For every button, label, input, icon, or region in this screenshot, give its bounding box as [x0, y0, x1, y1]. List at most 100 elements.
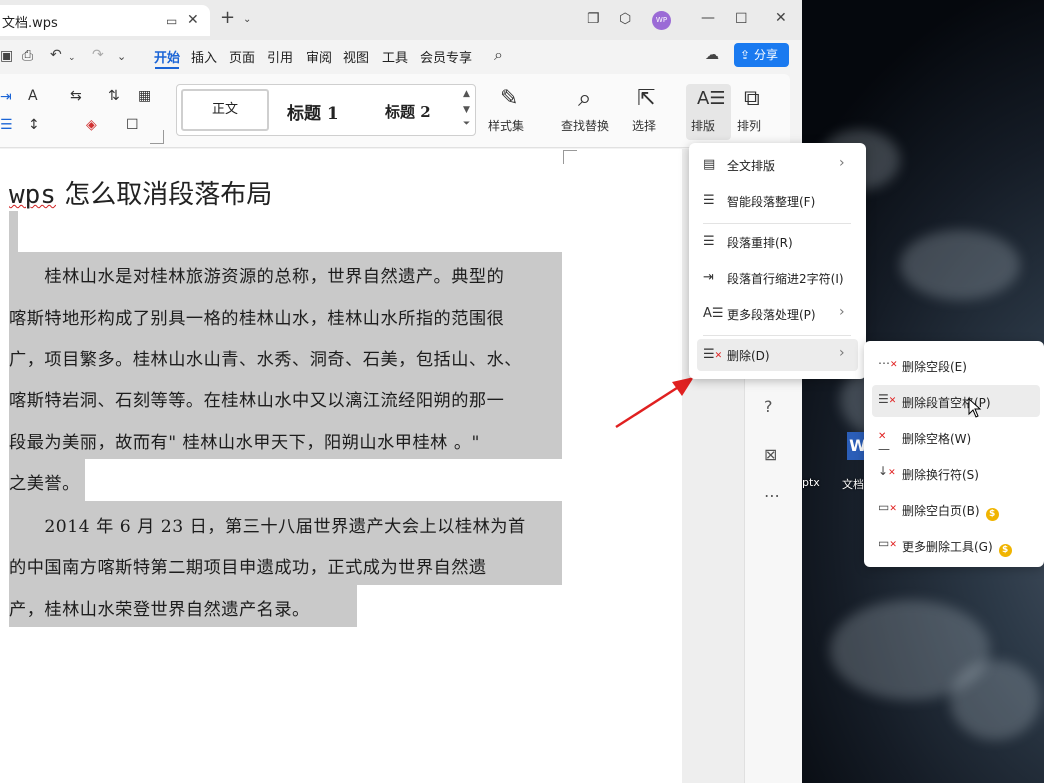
style-scroll-down-icon[interactable]: ▼: [463, 105, 470, 115]
tab-list-chevron-icon[interactable]: ⌄: [243, 12, 251, 28]
print-preview-icon[interactable]: ⎙: [22, 48, 33, 64]
menu-view[interactable]: 视图: [343, 47, 369, 66]
menu-review[interactable]: 审阅: [306, 47, 332, 66]
maximize-icon[interactable]: ☐: [735, 11, 748, 27]
sort-icon[interactable]: ⇅: [108, 88, 120, 104]
chevron-right-icon: ›: [839, 304, 845, 320]
paragraph-line[interactable]: 桂林山水是对桂林旅游资源的总称，世界自然遗产。典型的: [9, 262, 504, 287]
minimize-icon[interactable]: —: [701, 10, 715, 26]
chat-icon[interactable]: ☁: [705, 47, 719, 63]
paragraph-line[interactable]: 之美誉。: [9, 469, 80, 494]
close-window-icon[interactable]: ✕: [775, 10, 787, 26]
shading-icon[interactable]: ◈: [86, 117, 97, 133]
window-switch-icon[interactable]: ❐: [587, 11, 600, 27]
paragraph-line[interactable]: 喀斯特岩洞、石刻等等。在桂林山水中又以漓江流经阳朔的那一: [9, 386, 504, 411]
table-border-icon[interactable]: ▦: [138, 88, 151, 104]
find-replace-label[interactable]: 查找替换: [561, 117, 609, 134]
style-normal[interactable]: 正文: [181, 89, 269, 131]
document-title[interactable]: wps 怎么取消段落布局: [9, 174, 272, 211]
more-delete-tools-icon: ▭✕: [878, 536, 897, 550]
redo-icon[interactable]: ↷: [92, 47, 104, 63]
menu-item-smart-paragraph[interactable]: ☰ 智能段落整理(F): [689, 185, 866, 217]
paragraph-line[interactable]: 广，项目繁多。桂林山水山青、水秀、洞奇、石美，包括山、水、: [9, 345, 522, 370]
more-icon[interactable]: ⋯: [764, 486, 780, 505]
undo-icon[interactable]: ↶: [50, 47, 62, 63]
style-set-icon[interactable]: ✎: [500, 86, 518, 111]
menu-tools[interactable]: 工具: [382, 47, 408, 66]
border-icon[interactable]: ☐: [126, 117, 139, 133]
menu-item-text: 删除空白页(B): [902, 504, 980, 518]
more-chevron-icon[interactable]: ⌄: [117, 49, 126, 65]
select-cursor-icon[interactable]: ⇱: [637, 86, 655, 111]
style-expand-icon[interactable]: ⏷: [463, 119, 470, 129]
style-set-label[interactable]: 样式集: [488, 117, 524, 134]
share-label: 分享: [754, 48, 779, 62]
first-line-indent-icon: ⇥: [703, 270, 714, 285]
arrange-label[interactable]: 排列: [737, 117, 761, 134]
menu-item-delete-leading-space[interactable]: ☰✕ 删除段首空格(P): [872, 385, 1040, 418]
close-tab-icon[interactable]: ✕: [187, 12, 199, 28]
menu-item-first-line-indent[interactable]: ⇥ 段落首行缩进2字符(I): [689, 262, 866, 294]
paragraph-line[interactable]: 2014 年 6 月 23 日，第三十八届世界遗产大会上以桂林为首: [9, 512, 526, 537]
arrange-icon[interactable]: ⧉: [744, 86, 760, 111]
avatar[interactable]: WP: [652, 11, 671, 30]
menu-item-label: 智能段落整理(F): [727, 195, 816, 209]
line-spacing-icon[interactable]: ↕: [28, 117, 40, 133]
menu-page[interactable]: 页面: [229, 47, 255, 66]
share-button[interactable]: ⇪ 分享: [734, 43, 789, 67]
menu-item-label: 段落重排(R): [727, 236, 793, 250]
undo-dropdown-icon[interactable]: ⌄: [68, 50, 76, 66]
page-corner-marker: [563, 150, 577, 164]
style-heading-1[interactable]: 标题 1: [287, 99, 339, 124]
monitor-icon[interactable]: ▭: [166, 13, 177, 29]
chevron-right-icon: ›: [839, 345, 845, 361]
menu-item-delete-empty-paragraph[interactable]: ⋯✕ 删除空段(E): [872, 349, 1040, 381]
select-label[interactable]: 选择: [632, 117, 656, 134]
delete-leading-space-icon: ☰✕: [878, 392, 897, 406]
list-icon[interactable]: ☰: [0, 117, 13, 133]
menu-item-delete[interactable]: ☰✕ 删除(D) ›: [697, 339, 858, 371]
menu-item-more-paragraph[interactable]: A☰ 更多段落处理(P) ›: [689, 298, 866, 330]
box-icon[interactable]: ⬡: [619, 11, 631, 27]
title-rest: 怎么取消段落布局: [55, 180, 273, 210]
menu-insert[interactable]: 插入: [191, 47, 217, 66]
menu-item-label: 更多删除工具(G) $: [902, 538, 1012, 557]
paragraph-line[interactable]: 喀斯特地形构成了别具一格的桂林山水，桂林山水所指的范围很: [9, 304, 504, 329]
menu-item-delete-line-break[interactable]: ↓✕ 删除换行符(S): [872, 457, 1040, 489]
style-heading-2[interactable]: 标题 2: [385, 101, 431, 122]
save-icon[interactable]: ▣: [0, 48, 13, 64]
find-replace-icon[interactable]: ⌕: [578, 84, 591, 112]
help-icon[interactable]: ?: [764, 397, 773, 416]
menu-item-paragraph-reflow[interactable]: ☰ 段落重排(R): [689, 226, 866, 258]
menu-home[interactable]: 开始: [154, 47, 180, 66]
style-scroll-up-icon[interactable]: ▲: [463, 89, 470, 99]
smart-paragraph-icon: ☰: [703, 193, 715, 208]
menu-item-label: 更多段落处理(P): [727, 308, 816, 322]
menu-member[interactable]: 会员专享: [420, 47, 472, 66]
menu-item-full-layout[interactable]: ▤ 全文排版 ›: [689, 149, 866, 181]
new-tab-icon[interactable]: +: [220, 9, 235, 27]
delete-blank-page-icon: ▭✕: [878, 500, 897, 514]
close-panel-icon[interactable]: ⊠: [764, 445, 777, 464]
paragraph-line[interactable]: 段最为美丽，故而有" 桂林山水甲天下，阳朔山水甲桂林 。": [9, 428, 480, 453]
document-tab[interactable]: 文档.wps ▭ ✕: [0, 5, 210, 36]
menu-references[interactable]: 引用: [267, 47, 293, 66]
menu-item-delete-space[interactable]: ✕— 删除空格(W): [872, 421, 1040, 456]
menu-separator: [703, 223, 851, 224]
paragraph-reflow-icon: ☰: [703, 234, 715, 249]
menu-item-text: 更多删除工具(G): [902, 540, 993, 554]
paragraph-line[interactable]: 产，桂林山水荣登世界自然遗产名录。: [9, 595, 310, 620]
menu-item-label: 删除空段(E): [902, 360, 967, 374]
page-corner-marker: [150, 130, 164, 144]
annotation-arrow: [615, 377, 694, 429]
paragraph-line[interactable]: 的中国南方喀斯特第二期项目申遗成功，正式成为世界自然遗: [9, 553, 487, 578]
spacing-icon[interactable]: ⇆: [70, 88, 82, 104]
search-icon[interactable]: ⌕: [494, 47, 503, 63]
delete-icon: ☰✕: [703, 347, 723, 362]
full-layout-icon: ▤: [703, 157, 716, 172]
menu-item-delete-blank-page[interactable]: ▭✕ 删除空白页(B) $: [872, 493, 1040, 525]
menu-item-more-delete-tools[interactable]: ▭✕ 更多删除工具(G) $: [872, 529, 1040, 561]
document-canvas[interactable]: [0, 149, 682, 783]
indent-icon[interactable]: ⇥: [0, 89, 12, 105]
text-effect-icon[interactable]: A: [28, 88, 38, 104]
